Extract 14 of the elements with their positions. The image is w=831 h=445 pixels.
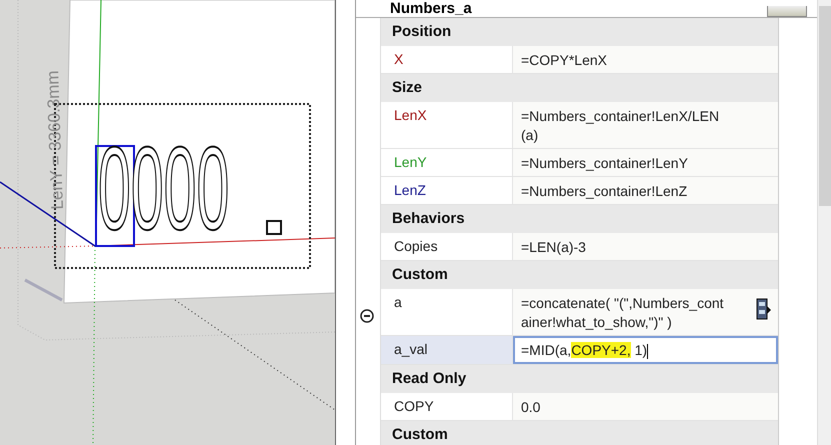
formula-icon[interactable]: [756, 298, 772, 322]
ruler-icon[interactable]: [767, 6, 807, 17]
scrollbar-thumb[interactable]: [819, 6, 831, 206]
dimension-label: LenY = 3360.3mm: [43, 70, 68, 210]
collapse-icon[interactable]: [360, 309, 374, 323]
property-label[interactable]: a_val: [381, 336, 513, 364]
section-heading: Size: [381, 74, 778, 102]
scrollbar[interactable]: [817, 0, 831, 445]
section-heading: Custom: [381, 261, 778, 289]
section-heading: Read Only: [381, 365, 778, 393]
section-heading: Behaviors: [381, 205, 778, 233]
component-title: Numbers_a: [390, 0, 472, 17]
section-heading: Custom: [381, 421, 778, 445]
section-heading: Position: [381, 18, 778, 46]
